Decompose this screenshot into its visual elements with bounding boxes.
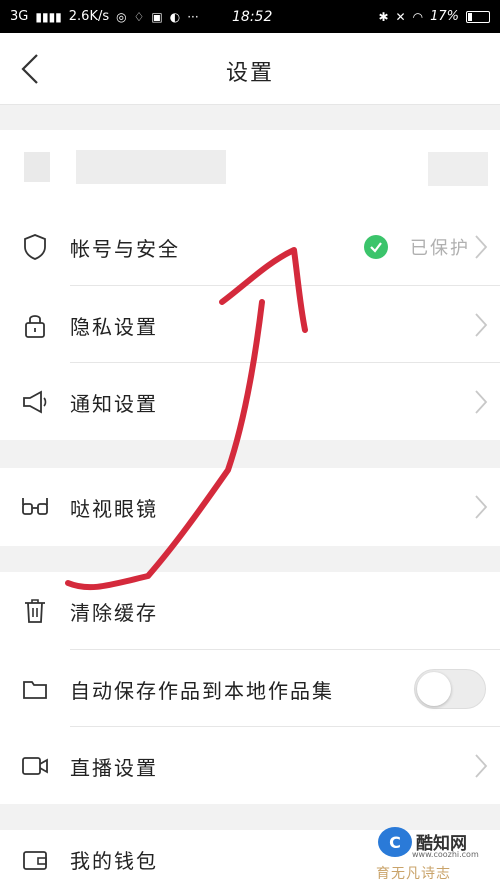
account-security-label: 帐号与安全 bbox=[70, 236, 180, 261]
trash-icon bbox=[20, 596, 50, 626]
battery-icon bbox=[466, 10, 490, 23]
privacy-label: 隐私设置 bbox=[70, 314, 158, 339]
profile-name-blur bbox=[76, 150, 226, 184]
wechat-icon: ◐ bbox=[169, 9, 181, 24]
chevron-right-icon bbox=[475, 495, 488, 519]
auto-save-label: 自动保存作品到本地作品集 bbox=[70, 678, 334, 703]
bluetooth-icon: ✱ bbox=[378, 9, 389, 24]
notifications-label: 通知设置 bbox=[70, 391, 158, 416]
account-security-status: 已保护 bbox=[410, 238, 470, 259]
status-bar: 3G ▮▮▮▮ 2.6K/s ◎ ♢ ▣ ◐ ··· 18:52 ✱ ✕ ◠ 1… bbox=[0, 0, 500, 33]
lock-icon bbox=[20, 310, 50, 340]
profile-extra-blur bbox=[428, 152, 488, 186]
row-privacy[interactable]: 隐私设置 bbox=[0, 286, 500, 364]
shield-icon bbox=[20, 232, 50, 262]
row-glasses[interactable]: 哒视眼镜 bbox=[0, 468, 500, 546]
page-title: 设置 bbox=[225, 61, 274, 86]
glasses-icon bbox=[20, 492, 50, 522]
wallet-label: 我的钱包 bbox=[70, 849, 158, 873]
status-time: 18:52 bbox=[232, 9, 273, 25]
check-icon bbox=[364, 235, 388, 259]
chevron-right-icon bbox=[475, 313, 488, 337]
wallet-icon bbox=[20, 845, 50, 875]
watermark: C 酷知网 www.coozhi.com 育无凡诗志 bbox=[372, 823, 492, 883]
signal-icon: ▮▮▮▮ bbox=[35, 9, 62, 24]
coozhi-logo-icon: C bbox=[378, 827, 412, 857]
row-account-security[interactable]: 帐号与安全 已保护 bbox=[0, 208, 500, 286]
row-clear-cache[interactable]: 清除缓存 bbox=[0, 572, 500, 650]
s-app-icon: ▣ bbox=[151, 9, 163, 24]
watermark-url: www.coozhi.com bbox=[412, 850, 479, 859]
megaphone-icon bbox=[20, 387, 50, 417]
live-label: 直播设置 bbox=[70, 755, 158, 780]
row-live[interactable]: 直播设置 bbox=[0, 727, 500, 805]
chevron-right-icon bbox=[475, 390, 488, 414]
row-notifications[interactable]: 通知设置 bbox=[0, 363, 500, 441]
nav-bar: 设置 bbox=[0, 33, 500, 105]
glasses-label: 哒视眼镜 bbox=[70, 496, 158, 521]
silent-icon: ✕ bbox=[395, 9, 406, 24]
app-notification-icon: ◎ bbox=[116, 9, 127, 24]
more-notifications-icon: ··· bbox=[187, 9, 199, 24]
profile-row[interactable] bbox=[0, 130, 500, 208]
folder-icon bbox=[20, 674, 50, 704]
watermark-tagline: 育无凡诗志 bbox=[376, 866, 451, 882]
wifi-icon: ◠ bbox=[412, 9, 424, 24]
row-auto-save: 自动保存作品到本地作品集 bbox=[0, 650, 500, 728]
network-type: 3G bbox=[10, 9, 29, 24]
battery-percent: 17% bbox=[430, 9, 459, 24]
clear-cache-label: 清除缓存 bbox=[70, 600, 158, 625]
chevron-right-icon bbox=[475, 235, 488, 259]
qq-icon: ♢ bbox=[133, 9, 145, 24]
profile-avatar-blur bbox=[24, 152, 50, 182]
video-camera-icon bbox=[20, 751, 50, 781]
auto-save-toggle[interactable] bbox=[414, 669, 486, 709]
chevron-right-icon bbox=[475, 754, 488, 778]
network-speed: 2.6K/s bbox=[68, 9, 110, 24]
